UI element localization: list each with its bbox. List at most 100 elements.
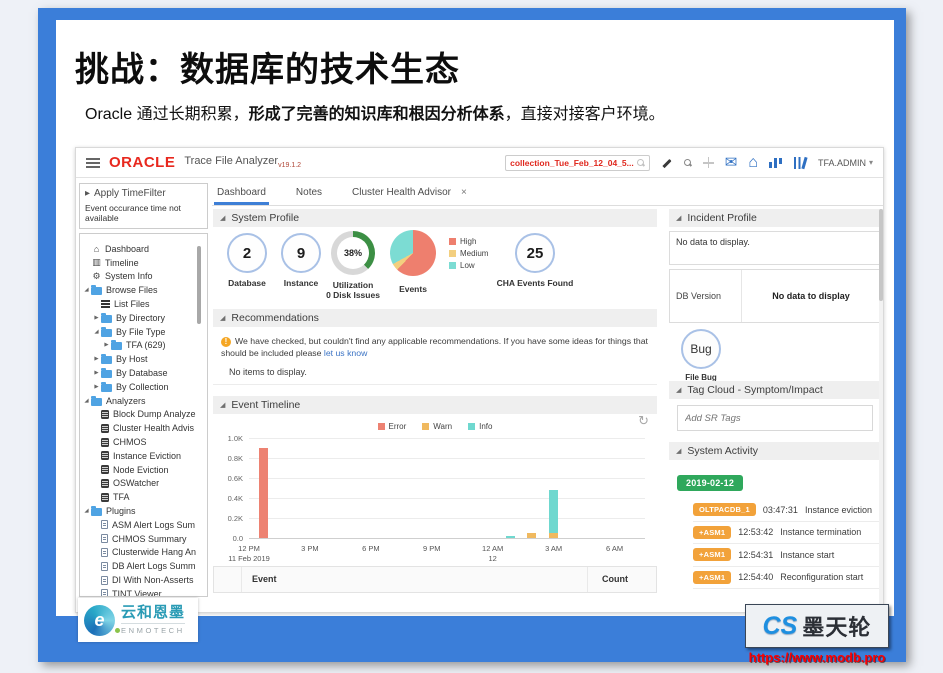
sidebar-item-label: By Directory xyxy=(116,313,165,323)
app-topbar: ORACLE Trace File Analyzerv19.1.2 collec… xyxy=(76,148,883,178)
tab-label: Cluster Health Advisor xyxy=(352,187,451,198)
activity-instance-badge: +ASM1 xyxy=(693,526,731,539)
sidebar-item-by-file-type[interactable]: ◢By File Type xyxy=(80,325,207,339)
tree-expand-icon[interactable]: ▶ xyxy=(92,370,101,376)
document-icon xyxy=(101,589,108,597)
sidebar-item-timeline[interactable]: ▥Timeline xyxy=(80,256,207,270)
user-menu[interactable]: TFA.ADMIN▾ xyxy=(818,158,873,168)
sidebar-item-clusterwide-hang-an[interactable]: Clusterwide Hang An xyxy=(80,546,207,560)
activity-time: 12:54:40 xyxy=(738,572,773,582)
sidebar-item-label: Dashboard xyxy=(105,244,149,254)
sidebar-item-by-collection[interactable]: ▶By Collection xyxy=(80,380,207,394)
column-header-event[interactable]: Event xyxy=(252,574,277,584)
activity-label: Instance termination xyxy=(780,527,861,537)
tab-notes[interactable]: Notes xyxy=(293,181,325,205)
pan-icon[interactable] xyxy=(703,157,714,168)
sidebar-item-chmos-summary[interactable]: CHMOS Summary xyxy=(80,532,207,546)
modb-url[interactable]: https://www.modb.pro xyxy=(737,650,897,665)
sidebar-item-browse-files[interactable]: ◢Browse Files xyxy=(80,283,207,297)
enmotech-en: ENMOTECH xyxy=(121,623,185,635)
menu-icon[interactable] xyxy=(86,158,100,168)
home-icon[interactable]: ⌂ xyxy=(748,155,758,171)
scrollbar-thumb[interactable] xyxy=(879,209,883,301)
section-system-profile[interactable]: ◢System Profile xyxy=(213,209,657,227)
events-table-header: Event Count xyxy=(213,566,657,593)
folder-icon xyxy=(91,287,102,295)
main-area: Dashboard Notes Cluster Health Advisor× … xyxy=(212,179,883,612)
analyzer-icon xyxy=(101,424,109,433)
tab-dashboard[interactable]: Dashboard xyxy=(214,181,269,205)
file-bug: Bug File Bug xyxy=(671,329,731,382)
chart-bar-warn xyxy=(549,533,558,538)
sidebar-item-oswatcher[interactable]: OSWatcher xyxy=(80,477,207,491)
sidebar-item-cluster-health-advis[interactable]: Cluster Health Advis xyxy=(80,421,207,435)
add-sr-tags-input[interactable] xyxy=(677,405,873,431)
section-recommendations[interactable]: ◢Recommendations xyxy=(213,309,657,327)
main-scrollbar[interactable] xyxy=(879,209,883,612)
tree-expand-icon[interactable]: ▶ xyxy=(92,384,101,390)
close-icon[interactable]: × xyxy=(461,187,467,198)
bar-chart-icon[interactable] xyxy=(769,157,782,168)
sidebar-item-by-database[interactable]: ▶By Database xyxy=(80,366,207,380)
sidebar-item-list-files[interactable]: List Files xyxy=(80,297,207,311)
activity-label: Instance start xyxy=(780,550,834,560)
sidebar-item-dashboard[interactable]: ⌂Dashboard xyxy=(80,242,207,256)
tree-collapse-icon[interactable]: ◢ xyxy=(82,398,91,404)
sidebar-item-asm-alert-logs-sum[interactable]: ASM Alert Logs Sum xyxy=(80,518,207,532)
legend-swatch xyxy=(378,423,385,430)
sidebar-item-label: Clusterwide Hang An xyxy=(112,547,196,557)
sidebar-item-label: Node Eviction xyxy=(113,465,169,475)
activity-list: OLTPACDB_103:47:31Instance eviction+ASM1… xyxy=(669,499,881,589)
x-axis-tick: 3 AM xyxy=(524,544,584,553)
tree-collapse-icon[interactable]: ◢ xyxy=(82,287,91,293)
enmotech-text: 云和恩墨 ENMOTECH xyxy=(121,605,185,635)
chart-bar-info xyxy=(549,490,558,533)
folder-icon xyxy=(101,329,112,337)
collection-search-box[interactable]: collection_Tue_Feb_12_04_5... xyxy=(505,155,650,171)
chevron-down-icon: ▾ xyxy=(869,158,873,167)
event-timeline-chart: 1.0K0.8K0.6K0.4K0.2K0.012 PM11 Feb 20193… xyxy=(213,435,657,567)
section-tag-cloud[interactable]: ◢Tag Cloud - Symptom/Impact xyxy=(669,381,881,399)
sidebar-item-tfa[interactable]: TFA xyxy=(80,490,207,504)
section-event-timeline[interactable]: ◢Event Timeline xyxy=(213,396,657,414)
tree-collapse-icon[interactable]: ◢ xyxy=(92,329,101,335)
sidebar-item-label: Instance Eviction xyxy=(113,451,181,461)
refresh-icon[interactable]: ↻ xyxy=(638,413,649,429)
sidebar-item-tint-viewer[interactable]: TINT Viewer xyxy=(80,587,207,597)
sidebar-scrollbar[interactable] xyxy=(197,246,201,324)
sidebar-item-block-dump-analyze[interactable]: Block Dump Analyze xyxy=(80,408,207,422)
column-header-count[interactable]: Count xyxy=(602,574,628,584)
section-incident-profile[interactable]: ◢Incident Profile xyxy=(669,209,881,227)
tree-expand-icon[interactable]: ▶ xyxy=(92,315,101,321)
edit-icon[interactable] xyxy=(661,157,673,169)
stat-sublabel: 0 Disk Issues xyxy=(326,290,380,300)
sidebar-item-by-host[interactable]: ▶By Host xyxy=(80,352,207,366)
sidebar-item-chmos[interactable]: CHMOS xyxy=(80,435,207,449)
activity-date-badge: 2019-02-12 xyxy=(677,475,743,491)
legend-label: Error xyxy=(389,422,407,431)
tab-cluster-health-advisor[interactable]: Cluster Health Advisor × xyxy=(349,181,470,205)
section-system-activity[interactable]: ◢System Activity xyxy=(669,442,881,460)
x-axis-tick: 6 AM xyxy=(585,544,645,553)
sidebar-item-db-alert-logs-summ[interactable]: DB Alert Logs Summ xyxy=(80,559,207,573)
sidebar-item-instance-eviction[interactable]: Instance Eviction xyxy=(80,449,207,463)
sidebar-item-node-eviction[interactable]: Node Eviction xyxy=(80,463,207,477)
sidebar-item-di-with-non-asserts[interactable]: DI With Non-Asserts xyxy=(80,573,207,587)
legend-swatch xyxy=(449,238,456,245)
sidebar-item-label: System Info xyxy=(105,271,153,281)
library-icon[interactable] xyxy=(793,157,807,169)
sidebar-item-tfa-629-[interactable]: ▶TFA (629) xyxy=(80,339,207,353)
sidebar-item-analyzers[interactable]: ◢Analyzers xyxy=(80,394,207,408)
apply-timefilter[interactable]: ▶Apply TimeFilter Event occurance time n… xyxy=(79,183,208,229)
let-us-know-link[interactable]: let us know xyxy=(324,348,367,358)
sidebar-item-system-info[interactable]: ⚙System Info xyxy=(80,270,207,284)
stat-label: CHA Events Found xyxy=(495,278,575,288)
tree-expand-icon[interactable]: ▶ xyxy=(92,356,101,362)
search-icon[interactable] xyxy=(684,159,692,167)
tree-expand-icon[interactable]: ▶ xyxy=(102,342,111,348)
sidebar-item-by-directory[interactable]: ▶ By Directory xyxy=(80,311,207,325)
mail-icon[interactable]: ✉ xyxy=(725,155,738,170)
file-bug-button[interactable]: Bug xyxy=(681,329,721,369)
sidebar-item-plugins[interactable]: ◢Plugins xyxy=(80,504,207,518)
tree-collapse-icon[interactable]: ◢ xyxy=(82,508,91,514)
